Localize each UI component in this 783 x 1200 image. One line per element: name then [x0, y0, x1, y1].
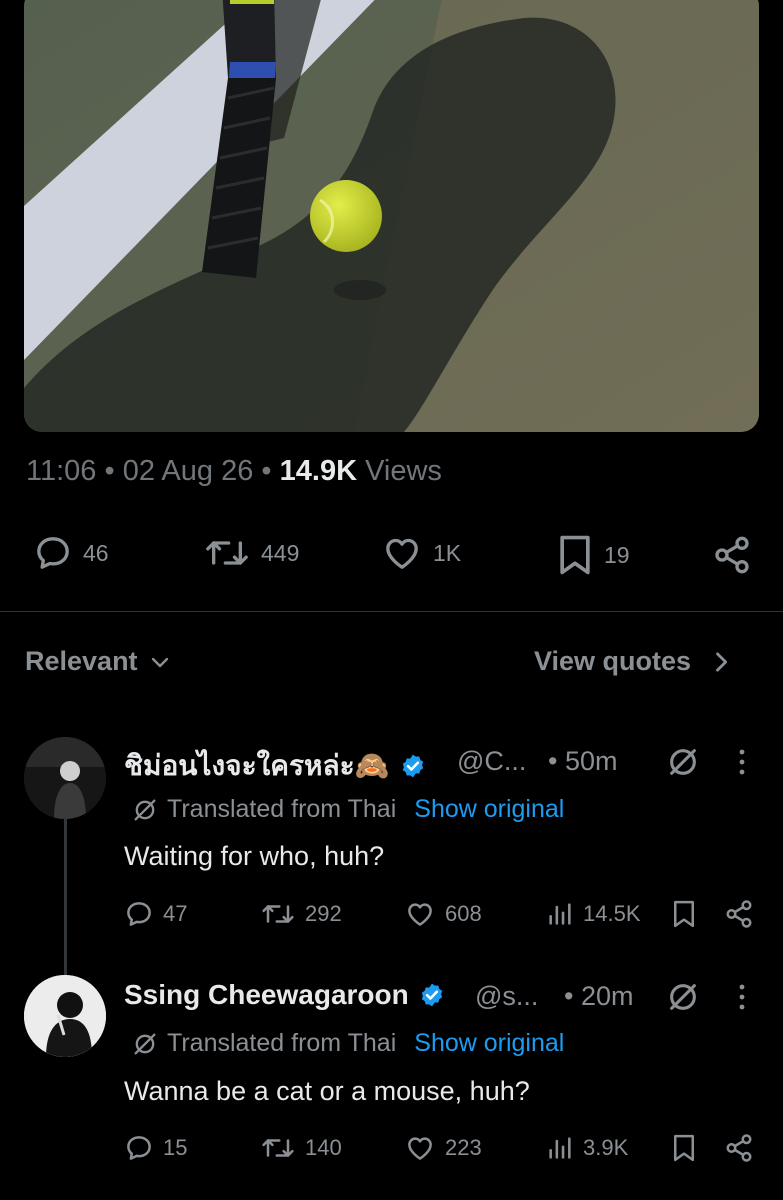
view-count: 14.5K: [583, 901, 641, 926]
post-date: 02 Aug 26: [122, 455, 254, 487]
more-options-icon[interactable]: [730, 746, 754, 778]
post-media-image[interactable]: [24, 0, 759, 432]
repost-icon: [262, 905, 294, 923]
reply-reply-button[interactable]: 47: [124, 899, 187, 929]
reply-icon: [127, 902, 151, 926]
tennis-court-photo: [24, 0, 759, 432]
translated-label: Translated from Thai: [167, 1029, 397, 1057]
thread-line: [64, 818, 67, 975]
post-time: 11:06: [26, 455, 97, 487]
translated-label: Translated from Thai: [167, 795, 397, 823]
reply-count: 15: [163, 1135, 188, 1160]
translate-icon: [134, 1033, 156, 1054]
reply-timestamp[interactable]: • 20m: [564, 981, 633, 1012]
avatar-photo: [24, 975, 106, 1057]
bookmark-icon: [560, 535, 590, 575]
reply-author-handle[interactable]: @C...: [457, 746, 526, 777]
reply-text: Wanna be a cat or a mouse, huh?: [124, 1076, 530, 1106]
post-meta: 11:06 • 02 Aug 26 • 14.9K Views: [26, 455, 442, 488]
verified-badge-icon: [421, 983, 442, 1007]
heart-icon: [408, 1137, 432, 1160]
bookmark-count: 19: [604, 541, 630, 568]
views-chart-icon: [549, 1137, 571, 1159]
more-options-icon[interactable]: [730, 981, 754, 1013]
meta-separator: •: [261, 455, 272, 487]
reply-icon: [127, 1136, 151, 1160]
repost-count: 449: [261, 539, 300, 566]
repost-count: 140: [305, 1135, 342, 1160]
share-icon[interactable]: [724, 1133, 754, 1163]
reply-like-button[interactable]: 608: [404, 899, 482, 929]
reply-avatar[interactable]: [24, 975, 106, 1057]
show-original-link[interactable]: Show original: [414, 795, 564, 824]
share-button[interactable]: [712, 534, 752, 576]
bookmark-icon[interactable]: [671, 1133, 697, 1163]
translate-icon: [134, 799, 156, 820]
grok-icon[interactable]: [666, 980, 700, 1014]
reply-button[interactable]: 46: [33, 533, 109, 573]
reply-count: 46: [83, 539, 109, 566]
reply-timestamp[interactable]: • 50m: [548, 746, 617, 777]
author-name: Ssing Cheewagaroon: [124, 979, 409, 1010]
view-quotes-link[interactable]: View quotes: [534, 646, 735, 677]
translation-notice: Translated from Thai Show original: [131, 795, 564, 824]
bookmark-button[interactable]: 19: [556, 533, 630, 577]
reply-avatar[interactable]: [24, 737, 106, 819]
reply-author-name[interactable]: ชิม่อนไงจะใครหล่ะ🙈: [124, 744, 426, 788]
reply-author-handle[interactable]: @s...: [475, 981, 538, 1012]
reply-repost-button[interactable]: 292: [260, 899, 342, 929]
reply-count: 47: [163, 901, 188, 926]
view-quotes-label: View quotes: [534, 646, 692, 676]
repost-icon: [206, 541, 248, 565]
heart-icon: [386, 538, 418, 569]
verified-badge-icon: [402, 754, 423, 778]
bookmark-icon[interactable]: [671, 899, 697, 929]
meta-separator: •: [104, 455, 115, 487]
author-name: ชิม่อนไงจะใครหล่ะ🙈: [124, 750, 390, 781]
grok-icon[interactable]: [666, 745, 700, 779]
tennis-ball: [310, 180, 382, 252]
view-count: 3.9K: [583, 1135, 629, 1160]
reply-icon: [37, 537, 69, 569]
like-count: 1K: [433, 539, 462, 566]
reply-reply-button[interactable]: 15: [124, 1133, 187, 1163]
like-button[interactable]: 1K: [381, 533, 461, 573]
heart-icon: [408, 903, 432, 926]
reply-author-name[interactable]: Ssing Cheewagaroon: [124, 979, 445, 1011]
show-original-link[interactable]: Show original: [414, 1029, 564, 1058]
sort-dropdown[interactable]: Relevant: [25, 646, 172, 677]
views-chart-icon: [549, 903, 571, 925]
chevron-right-icon: [716, 651, 728, 672]
reply-views-button[interactable]: 3.9K: [546, 1133, 628, 1163]
share-icon: [715, 536, 749, 574]
views-count: 14.9K: [279, 455, 358, 487]
like-count: 223: [445, 1135, 482, 1160]
reply-views-button[interactable]: 14.5K: [546, 899, 641, 929]
views-label: Views: [365, 455, 442, 487]
sort-label: Relevant: [25, 646, 138, 676]
repost-button[interactable]: 449: [203, 533, 299, 573]
reply-text: Waiting for who, huh?: [124, 841, 385, 871]
repost-icon: [262, 1139, 294, 1157]
reply-like-button[interactable]: 223: [404, 1133, 482, 1163]
repost-count: 292: [305, 901, 342, 926]
translation-notice: Translated from Thai Show original: [131, 1029, 564, 1058]
reply-repost-button[interactable]: 140: [260, 1133, 342, 1163]
chevron-down-icon: [151, 657, 168, 667]
avatar-photo: [24, 737, 106, 819]
like-count: 608: [445, 901, 482, 926]
divider: [0, 611, 783, 612]
share-icon[interactable]: [724, 899, 754, 929]
